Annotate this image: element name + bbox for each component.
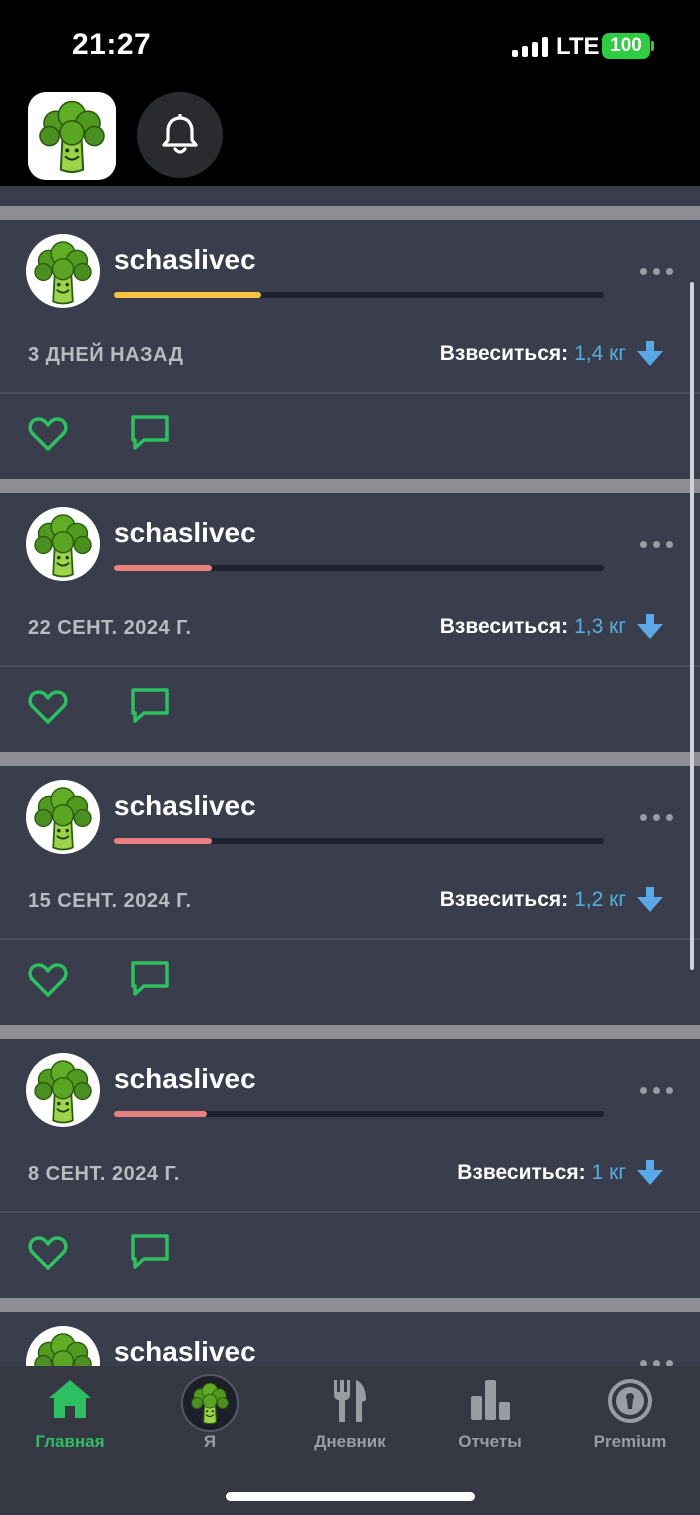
- post-date: 15 СЕНТ. 2024 Г.: [28, 890, 192, 912]
- tab-label: Отчеты: [458, 1432, 522, 1451]
- progress-fill: [114, 565, 212, 571]
- arrow-down-icon: [637, 614, 663, 639]
- weight-change: Взвеситься: 1,2 кг: [440, 887, 664, 913]
- weight-label: Взвеситься:: [457, 1161, 586, 1184]
- progress-fill: [114, 1111, 208, 1117]
- network-type: LTE: [556, 33, 600, 60]
- weight-change: Взвеситься: 1,3 кг: [440, 614, 664, 640]
- home-icon: [49, 1380, 91, 1418]
- comment-icon[interactable]: [130, 960, 170, 998]
- card-divider: [0, 665, 700, 667]
- post-card: schaslivec 22 СЕНТ. 2024 Г. Взвеситься: …: [0, 493, 700, 752]
- feed-separator: [0, 479, 700, 493]
- arrow-down-icon: [637, 341, 663, 366]
- tab-reports[interactable]: Отчеты: [420, 1366, 560, 1466]
- post-card: schaslivec 3 ДНЕЙ НАЗАД Взвеситься: 1,4 …: [0, 220, 700, 479]
- post-card: schaslivec 8 СЕНТ. 2024 Г. Взвеситься: 1…: [0, 1039, 700, 1298]
- post-username[interactable]: schaslivec: [114, 790, 256, 822]
- feed-separator: [0, 206, 700, 220]
- progress-bar: [114, 1111, 604, 1117]
- avatar[interactable]: [26, 234, 100, 308]
- more-options-button[interactable]: [640, 266, 674, 276]
- battery-tip: [651, 41, 654, 51]
- avatar[interactable]: [26, 507, 100, 581]
- avatar-icon: [181, 1374, 239, 1432]
- weight-value: 1,2 кг: [574, 888, 626, 911]
- more-options-button[interactable]: [640, 539, 674, 549]
- more-options-button[interactable]: [640, 1358, 674, 1366]
- post-username[interactable]: schaslivec: [114, 517, 256, 549]
- card-divider: [0, 392, 700, 394]
- weight-value: 1,3 кг: [574, 615, 626, 638]
- avatar[interactable]: [26, 780, 100, 854]
- tab-label: Дневник: [314, 1432, 386, 1451]
- arrow-down-icon: [637, 887, 663, 912]
- progress-bar: [114, 565, 604, 571]
- fork-knife-icon: [334, 1380, 366, 1422]
- feed-separator: [0, 1025, 700, 1039]
- tab-me[interactable]: Я: [140, 1366, 280, 1466]
- weight-label: Взвеситься:: [439, 342, 569, 365]
- weight-change: Взвеситься: 1 кг: [457, 1160, 664, 1186]
- status-bar: 21:27 LTE 100: [0, 0, 700, 90]
- weight-value: 1,4 кг: [574, 342, 626, 365]
- avatar[interactable]: [26, 1053, 100, 1127]
- card-divider: [0, 938, 700, 940]
- card-divider: [0, 1211, 700, 1213]
- progress-bar: [114, 838, 604, 844]
- heart-icon[interactable]: [28, 1235, 68, 1271]
- tab-label: Главная: [35, 1432, 105, 1451]
- post-card: schaslivec 15 СЕНТ. 2024 Г. Взвеситься: …: [0, 766, 700, 1025]
- heart-icon[interactable]: [28, 689, 68, 725]
- more-options-button[interactable]: [640, 1085, 674, 1095]
- bar-chart-icon: [471, 1380, 510, 1420]
- top-header: [0, 90, 700, 186]
- post-username[interactable]: schaslivec: [114, 244, 256, 276]
- progress-fill: [114, 292, 261, 298]
- post-date: 22 СЕНТ. 2024 Г.: [28, 617, 192, 639]
- post-card: schaslivec: [0, 1312, 700, 1366]
- tab-home[interactable]: Главная: [0, 1366, 140, 1466]
- weight-value: 1 кг: [591, 1161, 626, 1184]
- tab-diary[interactable]: Дневник: [280, 1366, 420, 1466]
- signal-icon: [512, 37, 550, 57]
- home-indicator: [226, 1492, 475, 1501]
- heart-icon[interactable]: [28, 962, 68, 998]
- weight-change: Взвеситься: 1,4 кг: [440, 341, 664, 367]
- post-username[interactable]: schaslivec: [114, 1063, 256, 1095]
- status-time: 21:27: [72, 28, 152, 61]
- premium-icon: [608, 1379, 652, 1423]
- feed[interactable]: schaslivec 3 ДНЕЙ НАЗАД Взвеситься: 1,4 …: [0, 186, 700, 1366]
- comment-icon[interactable]: [130, 687, 170, 725]
- tab-label: Я: [203, 1432, 217, 1451]
- heart-icon[interactable]: [28, 416, 68, 452]
- tab-label: Premium: [593, 1432, 667, 1451]
- post-username[interactable]: schaslivec: [114, 1336, 256, 1366]
- avatar[interactable]: [26, 1326, 100, 1366]
- more-options-button[interactable]: [640, 812, 674, 822]
- weight-label: Взвеситься:: [439, 888, 569, 911]
- battery-icon: 100: [602, 33, 650, 59]
- comment-icon[interactable]: [130, 414, 170, 452]
- feed-separator: [0, 752, 700, 766]
- progress-bar: [114, 292, 604, 298]
- broccoli-logo-icon[interactable]: [28, 92, 116, 180]
- notifications-button[interactable]: [137, 92, 223, 178]
- arrow-down-icon: [637, 1160, 663, 1185]
- post-date: 8 СЕНТ. 2024 Г.: [28, 1163, 180, 1185]
- comment-icon[interactable]: [130, 1233, 170, 1271]
- weight-label: Взвеситься:: [439, 615, 569, 638]
- scrollbar[interactable]: [690, 282, 694, 970]
- tab-premium[interactable]: Premium: [560, 1366, 700, 1466]
- feed-separator: [0, 1298, 700, 1312]
- bell-icon: [162, 114, 198, 154]
- post-date: 3 ДНЕЙ НАЗАД: [28, 344, 184, 366]
- progress-fill: [114, 838, 212, 844]
